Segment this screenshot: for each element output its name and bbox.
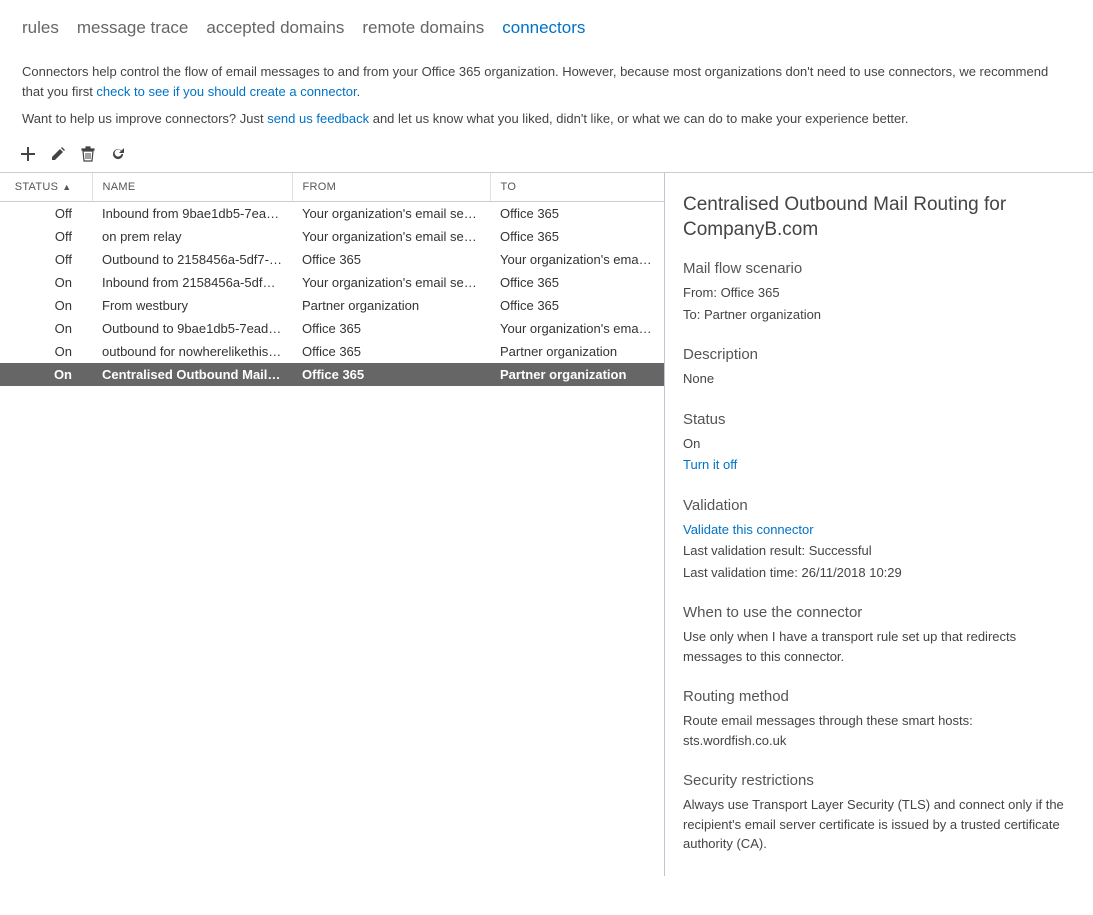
table-row[interactable]: OnInbound from 2158456a-5df7-45...Your o… — [0, 271, 664, 294]
cell-name: Outbound to 2158456a-5df7-45... — [92, 248, 292, 271]
cell-to: Your organization's email s... — [490, 248, 664, 271]
cell-from: Your organization's email server — [292, 225, 490, 248]
cell-from: Office 365 — [292, 317, 490, 340]
cell-status: Off — [0, 248, 92, 271]
send-feedback-link[interactable]: send us feedback — [267, 111, 369, 126]
delete-icon[interactable] — [80, 146, 96, 162]
add-icon[interactable] — [20, 146, 36, 162]
cell-name: outbound for nowherelikethis12... — [92, 340, 292, 363]
table-row[interactable]: OffOutbound to 2158456a-5df7-45...Office… — [0, 248, 664, 271]
cell-to: Office 365 — [490, 225, 664, 248]
cell-from: Office 365 — [292, 248, 490, 271]
feedback-text: Want to help us improve connectors? Just… — [0, 101, 1093, 142]
cell-to: Your organization's email s... — [490, 317, 664, 340]
when-heading: When to use the connector — [683, 604, 1075, 621]
cell-status: On — [0, 271, 92, 294]
turn-off-link[interactable]: Turn it off — [683, 457, 737, 472]
cell-name: on prem relay — [92, 225, 292, 248]
feedback-text-1: Want to help us improve connectors? Just — [22, 111, 267, 126]
column-header-status[interactable]: STATUS▲ — [0, 173, 92, 202]
cell-to: Office 365 — [490, 271, 664, 294]
cell-from: Office 365 — [292, 363, 490, 386]
cell-status: On — [0, 294, 92, 317]
edit-icon[interactable] — [50, 146, 66, 162]
when-value: Use only when I have a transport rule se… — [683, 627, 1075, 666]
cell-from: Your organization's email server — [292, 202, 490, 226]
details-title: Centralised Outbound Mail Routing for Co… — [683, 193, 1075, 242]
cell-name: From westbury — [92, 294, 292, 317]
routing-heading: Routing method — [683, 688, 1075, 705]
validation-time: Last validation time: 26/11/2018 10:29 — [683, 563, 1075, 583]
table-row[interactable]: OnCentralised Outbound Mail Routi...Offi… — [0, 363, 664, 386]
cell-status: On — [0, 340, 92, 363]
table-row[interactable]: OnFrom westburyPartner organizationOffic… — [0, 294, 664, 317]
column-header-from[interactable]: FROM — [292, 173, 490, 202]
cell-from: Your organization's email server — [292, 271, 490, 294]
toolbar — [0, 142, 1093, 172]
cell-from: Office 365 — [292, 340, 490, 363]
tab-bar: rules message trace accepted domains remote… — [0, 0, 1093, 48]
cell-name: Inbound from 9bae1db5-7ead-4... — [92, 202, 292, 226]
validation-heading: Validation — [683, 497, 1075, 514]
validate-link[interactable]: Validate this connector — [683, 522, 814, 537]
table-row[interactable]: Offon prem relayYour organization's emai… — [0, 225, 664, 248]
table-row[interactable]: Onoutbound for nowherelikethis12...Offic… — [0, 340, 664, 363]
connectors-table: STATUS▲ NAME FROM TO OffInbound from 9ba… — [0, 172, 664, 386]
security-heading: Security restrictions — [683, 772, 1075, 789]
cell-to: Office 365 — [490, 202, 664, 226]
cell-to: Partner organization — [490, 363, 664, 386]
tab-rules[interactable]: rules — [22, 18, 59, 38]
table-row[interactable]: OnOutbound to 9bae1db5-7ead-4d...Office … — [0, 317, 664, 340]
scenario-to: To: Partner organization — [683, 305, 1075, 325]
cell-to: Partner organization — [490, 340, 664, 363]
sort-asc-icon: ▲ — [62, 182, 71, 192]
cell-status: Off — [0, 225, 92, 248]
status-heading: Status — [683, 411, 1075, 428]
cell-status: On — [0, 317, 92, 340]
security-value: Always use Transport Layer Security (TLS… — [683, 795, 1075, 854]
scenario-from: From: Office 365 — [683, 283, 1075, 303]
routing-value: Route email messages through these smart… — [683, 711, 1075, 750]
cell-name: Outbound to 9bae1db5-7ead-4d... — [92, 317, 292, 340]
tab-message-trace[interactable]: message trace — [77, 18, 189, 38]
feedback-text-2: and let us know what you liked, didn't l… — [369, 111, 908, 126]
description-heading: Description — [683, 346, 1075, 363]
tab-connectors[interactable]: connectors — [502, 18, 585, 38]
details-pane: Centralised Outbound Mail Routing for Co… — [664, 172, 1093, 876]
cell-status: Off — [0, 202, 92, 226]
intro-text: Connectors help control the flow of emai… — [0, 48, 1093, 101]
cell-status: On — [0, 363, 92, 386]
check-connector-link[interactable]: check to see if you should create a conn… — [96, 84, 356, 99]
table-row[interactable]: OffInbound from 9bae1db5-7ead-4...Your o… — [0, 202, 664, 226]
description-value: None — [683, 369, 1075, 389]
cell-name: Inbound from 2158456a-5df7-45... — [92, 271, 292, 294]
refresh-icon[interactable] — [110, 146, 126, 162]
scenario-heading: Mail flow scenario — [683, 260, 1075, 277]
cell-name: Centralised Outbound Mail Routi... — [92, 363, 292, 386]
column-header-to[interactable]: TO — [490, 173, 664, 202]
tab-remote-domains[interactable]: remote domains — [362, 18, 484, 38]
status-value: On — [683, 434, 1075, 454]
cell-from: Partner organization — [292, 294, 490, 317]
column-header-name[interactable]: NAME — [92, 173, 292, 202]
intro-text-2: . — [357, 84, 361, 99]
tab-accepted-domains[interactable]: accepted domains — [206, 18, 344, 38]
validation-result: Last validation result: Successful — [683, 541, 1075, 561]
cell-to: Office 365 — [490, 294, 664, 317]
